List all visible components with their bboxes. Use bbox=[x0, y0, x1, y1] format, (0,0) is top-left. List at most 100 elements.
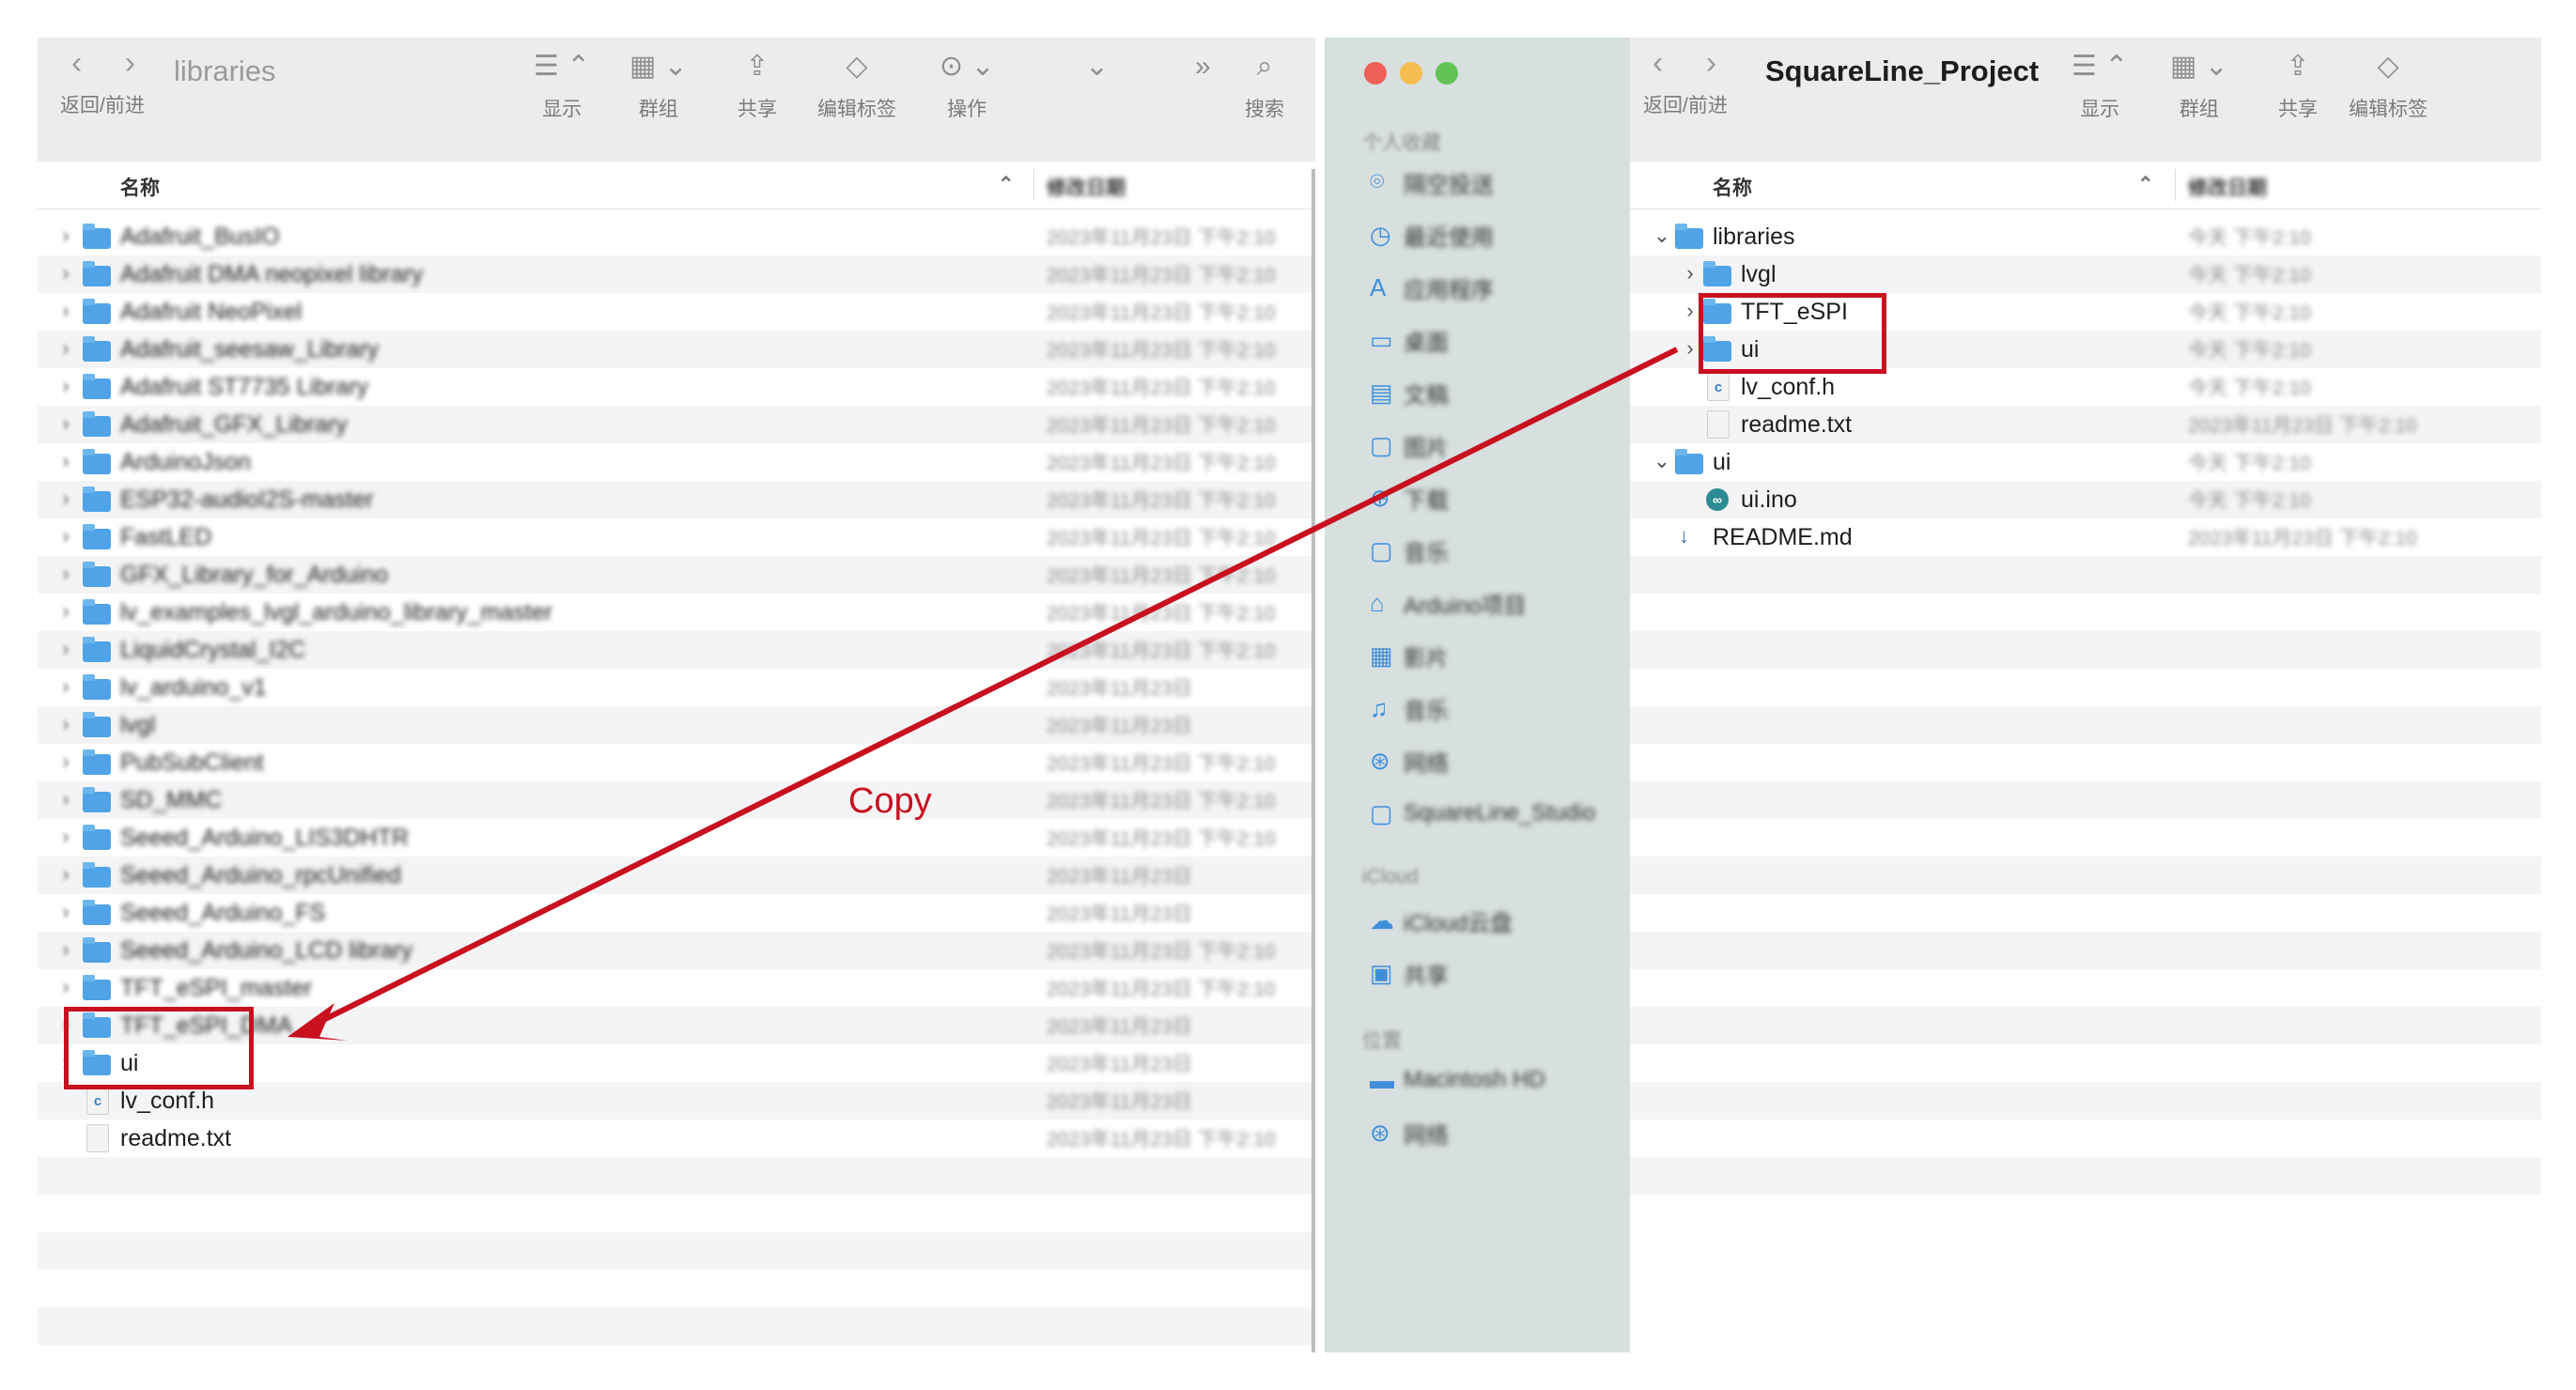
tag-tool[interactable]: ◇ 编辑标签 bbox=[2349, 51, 2428, 122]
table-row[interactable] bbox=[1630, 1007, 2541, 1044]
disclosure-chevron-icon[interactable]: › bbox=[56, 900, 75, 924]
table-row[interactable]: ⌄ libraries 今天 下午2:10 bbox=[1630, 218, 2541, 255]
disclosure-chevron-icon[interactable]: › bbox=[56, 674, 75, 699]
sidebar-item[interactable]: ◷ 最近使用 bbox=[1370, 218, 1494, 252]
sidebar-item[interactable]: ▢ SquareLine_Studio bbox=[1370, 796, 1595, 830]
table-row[interactable]: › Adafruit NeoPixel 2023年11月23日 下午2:10 bbox=[38, 293, 1315, 331]
sort-ascending-icon[interactable]: ⌃ bbox=[2137, 173, 2154, 196]
table-row[interactable]: › Seeed_Arduino_FS 2023年11月23日 bbox=[38, 894, 1315, 932]
table-row[interactable]: › FastLED 2023年11月23日 下午2:10 bbox=[38, 518, 1315, 556]
scrollbar[interactable] bbox=[1311, 169, 1315, 1352]
list-view-tool[interactable]: ☰ ⌃ 显示 bbox=[534, 51, 590, 122]
table-row[interactable] bbox=[1630, 969, 2541, 1007]
disclosure-chevron-icon[interactable]: › bbox=[1681, 299, 1699, 323]
close-button[interactable] bbox=[1364, 62, 1387, 85]
disclosure-chevron-icon[interactable]: ⌄ bbox=[1653, 449, 1671, 473]
table-row[interactable]: › PubSubClient 2023年11月23日 下午2:10 bbox=[38, 744, 1315, 781]
disclosure-chevron-icon[interactable]: › bbox=[1681, 261, 1699, 286]
table-row[interactable] bbox=[1630, 1195, 2541, 1232]
table-row[interactable]: › SD_MMC 2023年11月23日 下午2:10 bbox=[38, 781, 1315, 819]
table-row[interactable] bbox=[1630, 669, 2541, 706]
table-row[interactable]: › Seeed_Arduino_rpcUnified 2023年11月23日 bbox=[38, 857, 1315, 894]
table-row[interactable] bbox=[1630, 781, 2541, 819]
disclosure-chevron-icon[interactable]: › bbox=[56, 524, 75, 548]
disclosure-chevron-icon[interactable]: › bbox=[56, 261, 75, 286]
disclosure-chevron-icon[interactable]: › bbox=[56, 825, 75, 849]
disclosure-chevron-icon[interactable]: › bbox=[56, 374, 75, 398]
disclosure-chevron-icon[interactable]: › bbox=[56, 637, 75, 661]
more-tool[interactable]: » bbox=[1195, 51, 1211, 94]
table-row[interactable]: › LiquidCrystal_I2C 2023年11月23日 下午2:10 bbox=[38, 631, 1315, 669]
sidebar-item[interactable]: ▬ Macintosh HD bbox=[1370, 1063, 1545, 1097]
table-row[interactable] bbox=[1630, 706, 2541, 744]
table-row[interactable]: › lvgl 2023年11月23日 bbox=[38, 706, 1315, 744]
sort-ascending-icon[interactable]: ⌃ bbox=[998, 173, 1015, 196]
table-row[interactable]: › lv_examples_lvgl_arduino_library_master… bbox=[38, 594, 1315, 631]
table-row[interactable]: › ArduinoJson 2023年11月23日 下午2:10 bbox=[38, 443, 1315, 481]
tag-tool[interactable]: ◇ 编辑标签 bbox=[817, 51, 896, 122]
disclosure-chevron-icon[interactable]: › bbox=[56, 449, 75, 473]
table-row[interactable] bbox=[38, 1270, 1315, 1307]
disclosure-chevron-icon[interactable]: › bbox=[56, 562, 75, 586]
group-tool[interactable]: ▦ ⌄ 群组 bbox=[629, 51, 688, 122]
table-row[interactable]: ↓ README.md 2023年11月23日 下午2:10 bbox=[1630, 518, 2541, 556]
sidebar-item[interactable]: ▢ 音乐 bbox=[1370, 533, 1449, 567]
list-view-tool[interactable]: ☰ ⌃ 显示 bbox=[2072, 51, 2128, 122]
table-row[interactable] bbox=[1630, 1157, 2541, 1195]
sidebar-item[interactable]: ⊕ 下载 bbox=[1370, 481, 1449, 515]
table-row[interactable] bbox=[1630, 894, 2541, 932]
share-tool[interactable]: ⇪ 共享 bbox=[737, 51, 777, 122]
disclosure-chevron-icon[interactable]: › bbox=[56, 599, 75, 624]
table-row[interactable] bbox=[38, 1307, 1315, 1345]
sidebar-item[interactable]: A 应用程序 bbox=[1370, 270, 1494, 304]
share-tool[interactable]: ⇪ 共享 bbox=[2278, 51, 2318, 122]
table-row[interactable]: › lvgl 今天 下午2:10 bbox=[1630, 255, 2541, 293]
sidebar-item[interactable]: ▢ 图片 bbox=[1370, 428, 1449, 462]
table-row[interactable]: ∞ ui.ino 今天 下午2:10 bbox=[1630, 481, 2541, 518]
table-row[interactable]: ⌄ ui 今天 下午2:10 bbox=[1630, 443, 2541, 481]
disclosure-chevron-icon[interactable]: › bbox=[56, 486, 75, 511]
disclosure-chevron-icon[interactable]: › bbox=[56, 224, 75, 248]
zoom-button[interactable] bbox=[1435, 62, 1458, 85]
table-row[interactable] bbox=[1630, 594, 2541, 631]
table-row[interactable]: c lv_conf.h 今天 下午2:10 bbox=[1630, 368, 2541, 406]
table-row[interactable] bbox=[1630, 819, 2541, 857]
table-row[interactable]: › TFT_eSPI_master 2023年11月23日 下午2:10 bbox=[38, 969, 1315, 1007]
table-row[interactable] bbox=[38, 1195, 1315, 1232]
table-row[interactable] bbox=[1630, 1044, 2541, 1082]
disclosure-chevron-icon[interactable]: › bbox=[56, 787, 75, 811]
sidebar-item[interactable]: ▣ 共享 bbox=[1370, 956, 1449, 990]
action-tool[interactable]: ⊙ ⌄ 操作 bbox=[939, 51, 995, 122]
table-row[interactable]: readme.txt 2023年11月23日 下午2:10 bbox=[1630, 406, 2541, 443]
sidebar-item[interactable]: ▭ 桌面 bbox=[1370, 323, 1449, 357]
sidebar-item[interactable]: ⌾ 隔空投送 bbox=[1370, 165, 1494, 199]
table-row[interactable]: › Adafruit_seesaw_Library 2023年11月23日 下午2:… bbox=[38, 331, 1315, 368]
table-row[interactable] bbox=[1630, 744, 2541, 781]
table-row[interactable] bbox=[1630, 932, 2541, 969]
table-row[interactable] bbox=[38, 1232, 1315, 1270]
disclosure-chevron-icon[interactable]: › bbox=[56, 336, 75, 361]
chevron-down-tool[interactable]: ⌄ bbox=[1085, 51, 1109, 94]
table-row[interactable]: › Adafruit ST7735 Library 2023年11月23日 下午2:… bbox=[38, 368, 1315, 406]
sidebar-item[interactable]: ⊛ 网络 bbox=[1370, 1116, 1449, 1150]
table-row[interactable]: › Seeed_Arduino_LIS3DHTR 2023年11月23日 下午2:1… bbox=[38, 819, 1315, 857]
sidebar-item[interactable]: ▦ 影片 bbox=[1370, 639, 1449, 672]
date-column-header[interactable]: 修改日期 bbox=[1047, 173, 1125, 201]
sidebar-item[interactable]: ⌂ Arduino项目 bbox=[1370, 586, 1527, 620]
table-row[interactable]: readme.txt 2023年11月23日 下午2:10 bbox=[38, 1120, 1315, 1157]
table-row[interactable]: › Adafruit_GFX_Library 2023年11月23日 下午2:10 bbox=[38, 406, 1315, 443]
group-tool[interactable]: ▦ ⌄ 群组 bbox=[2170, 51, 2228, 122]
column-divider[interactable] bbox=[1033, 169, 1034, 201]
back-forward-icon[interactable]: ‹ › bbox=[71, 45, 152, 82]
disclosure-chevron-icon[interactable]: › bbox=[56, 749, 75, 774]
table-row[interactable]: › Adafruit DMA neopixel library 2023年11月23… bbox=[38, 255, 1315, 293]
table-row[interactable] bbox=[1630, 556, 2541, 594]
disclosure-chevron-icon[interactable]: › bbox=[56, 299, 75, 323]
disclosure-chevron-icon[interactable]: ⌄ bbox=[1653, 224, 1671, 248]
disclosure-chevron-icon[interactable]: › bbox=[56, 937, 75, 962]
disclosure-chevron-icon[interactable]: › bbox=[56, 862, 75, 887]
table-row[interactable]: › lv_arduino_v1 2023年11月23日 bbox=[38, 669, 1315, 706]
back-forward-icon[interactable]: ‹ › bbox=[1653, 45, 1733, 82]
sidebar-item[interactable]: ▤ 文稿 bbox=[1370, 376, 1449, 409]
name-column-header[interactable]: 名称 bbox=[120, 173, 160, 201]
